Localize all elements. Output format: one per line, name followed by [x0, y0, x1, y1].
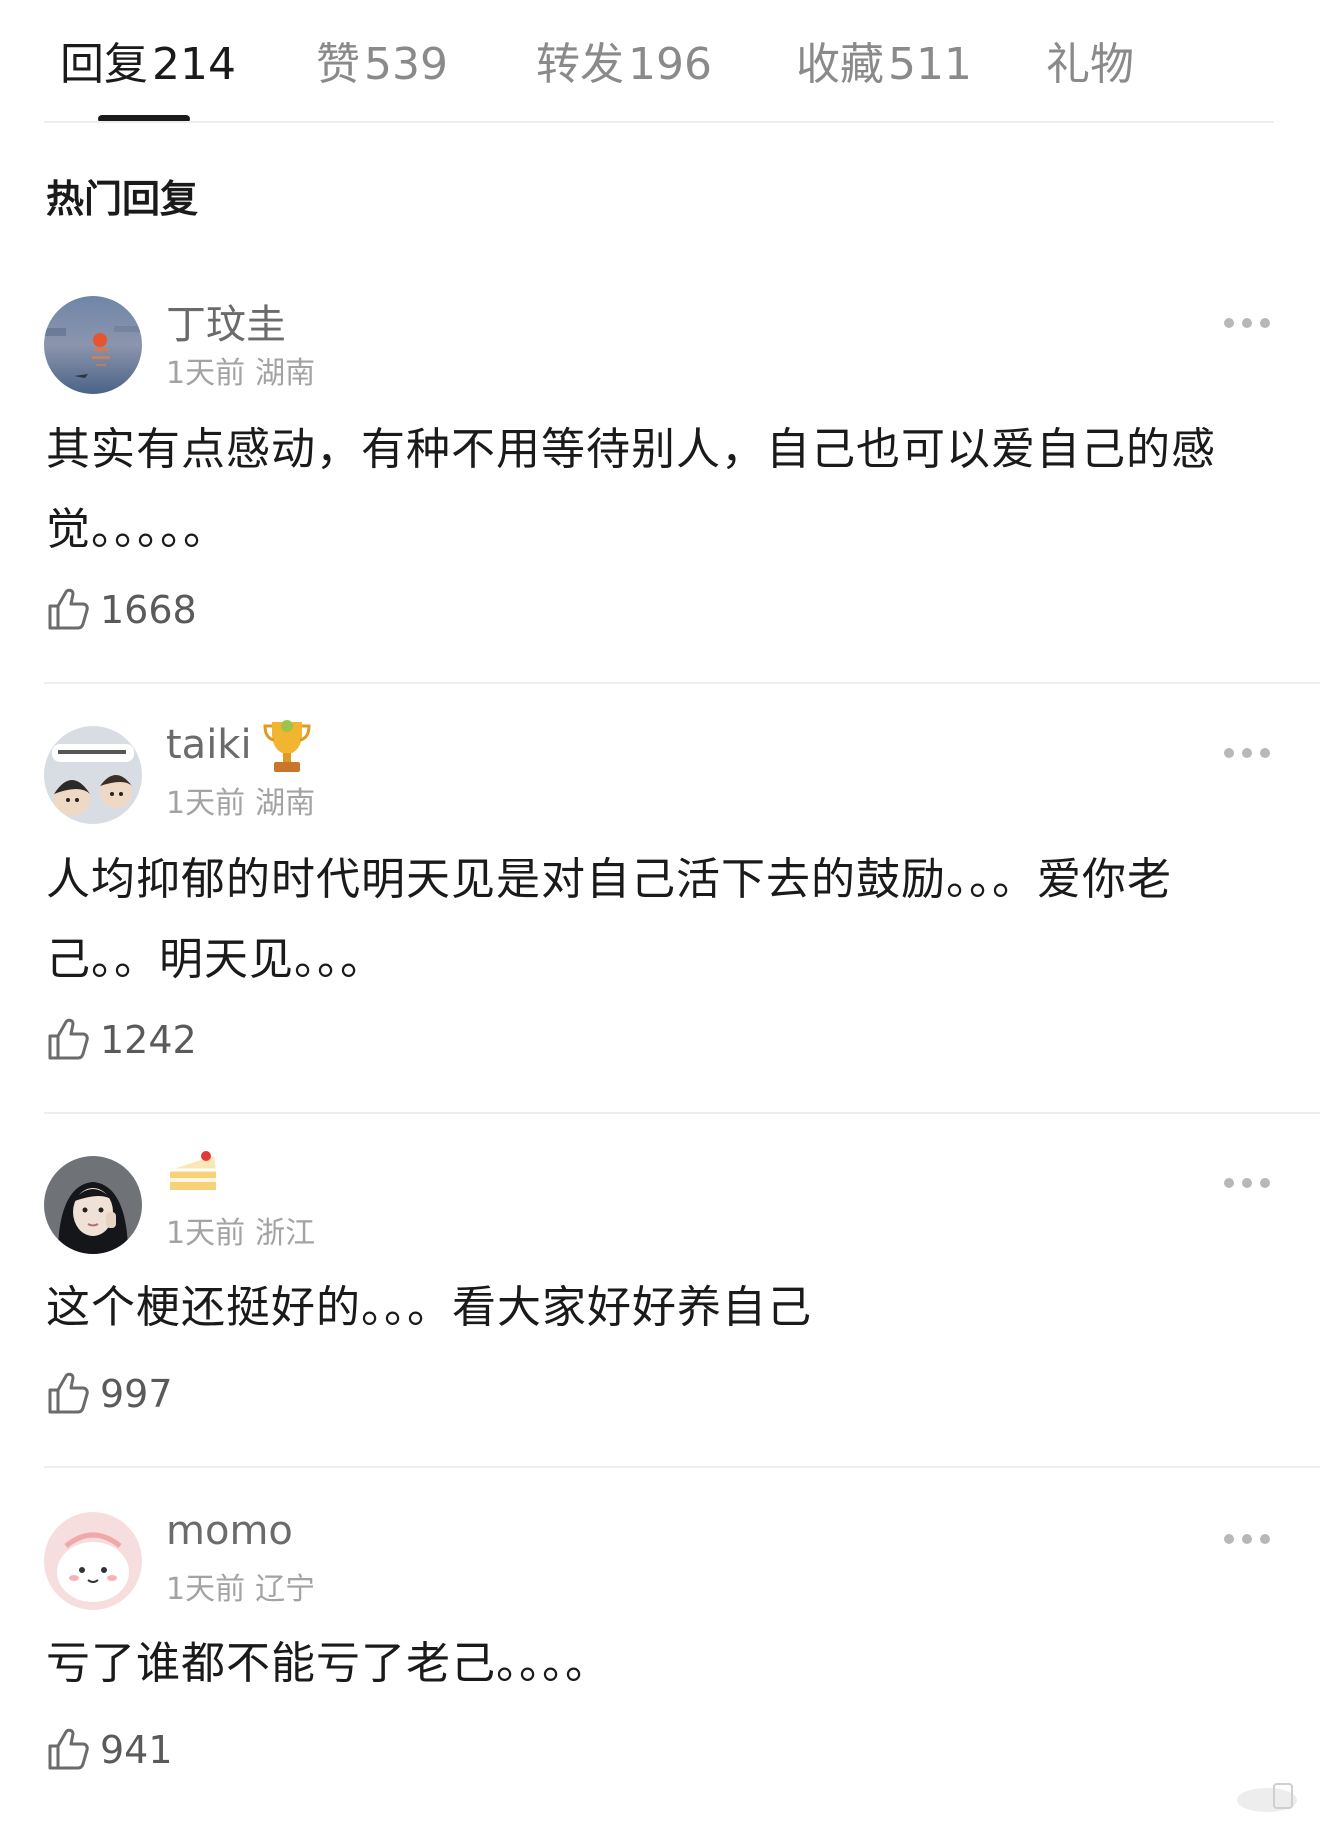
username[interactable]: momo	[166, 1508, 293, 1554]
more-options-icon[interactable]	[1224, 316, 1272, 330]
thumbs-up-icon	[48, 1372, 89, 1414]
comment-location: 辽宁	[255, 1572, 316, 1607]
tab-gifts[interactable]: 礼物	[1046, 28, 1134, 92]
tab-count: 196	[628, 39, 712, 90]
tab-reposts[interactable]: 转发196	[536, 28, 712, 92]
comment-location: 湖南	[255, 786, 316, 821]
tab-label: 赞	[316, 39, 360, 90]
comment-text: 这个梗还挺好的。。。看大家好好养自己	[46, 1282, 812, 1333]
comment-meta: 1天前 辽宁	[166, 1564, 315, 1608]
tab-bar: 回复214 赞539 转发196 收藏511 礼物	[0, 0, 1320, 123]
comment-meta: 1天前 浙江	[166, 1208, 315, 1252]
comment-divider	[44, 1112, 1320, 1114]
cartoon-couple-avatar[interactable]	[44, 726, 142, 824]
comment-text: 人均抑郁的时代明天见是对自己活下去的鼓励。。。爱你老己。。明天见。。。	[46, 854, 1172, 985]
username[interactable]	[166, 1148, 220, 1206]
tab-label: 收藏	[796, 39, 884, 90]
thumbs-up-icon	[48, 1018, 89, 1060]
pink-cartoon-avatar[interactable]	[44, 1512, 142, 1610]
tab-count: 511	[888, 39, 972, 90]
username[interactable]: taiki	[166, 722, 252, 768]
tab-label: 礼物	[1046, 39, 1134, 90]
username[interactable]: 丁玟圭	[166, 292, 286, 350]
cake-slice-icon	[170, 1151, 216, 1190]
watermark-icon	[1237, 1783, 1297, 1812]
girl-photo-avatar[interactable]	[44, 1156, 142, 1254]
more-options-icon[interactable]	[1224, 1176, 1272, 1190]
comment-divider	[44, 682, 1320, 684]
tab-label: 回复	[60, 39, 148, 90]
more-options-icon[interactable]	[1224, 1532, 1272, 1546]
comment-time: 1天前	[166, 1572, 246, 1607]
comment-meta: 1天前 湖南	[166, 348, 315, 392]
section-title: 热门回复	[46, 177, 199, 221]
tab-replies[interactable]: 回复214	[60, 28, 236, 92]
comment-time: 1天前	[166, 786, 246, 821]
like-count: 1242	[100, 1018, 197, 1062]
thumbs-up-icon	[48, 1728, 89, 1770]
tab-count: 539	[364, 39, 448, 90]
tab-favorites[interactable]: 收藏511	[796, 28, 972, 92]
tabs-divider	[44, 121, 1274, 123]
comment-time: 1天前	[166, 1216, 246, 1251]
trophy-icon	[262, 716, 312, 780]
comment-divider	[44, 1466, 1320, 1468]
tab-count: 214	[152, 39, 236, 90]
sunrise-painting-avatar[interactable]	[44, 296, 142, 394]
comment-time: 1天前	[166, 356, 246, 391]
comment-text: 亏了谁都不能亏了老己。。。。	[46, 1638, 610, 1689]
tab-likes[interactable]: 赞539	[316, 28, 448, 92]
thumbs-up-icon	[48, 588, 89, 630]
like-count: 941	[100, 1728, 173, 1772]
tab-label: 转发	[536, 39, 624, 90]
comment-location: 湖南	[255, 356, 316, 391]
like-count: 1668	[100, 588, 197, 632]
comment-meta: 1天前 湖南	[166, 778, 315, 822]
comment-location: 浙江	[255, 1216, 316, 1251]
comment-text: 其实有点感动，有种不用等待别人，自己也可以爱自己的感觉。。。。。	[46, 424, 1216, 555]
more-options-icon[interactable]	[1224, 746, 1272, 760]
like-count: 997	[100, 1372, 173, 1416]
